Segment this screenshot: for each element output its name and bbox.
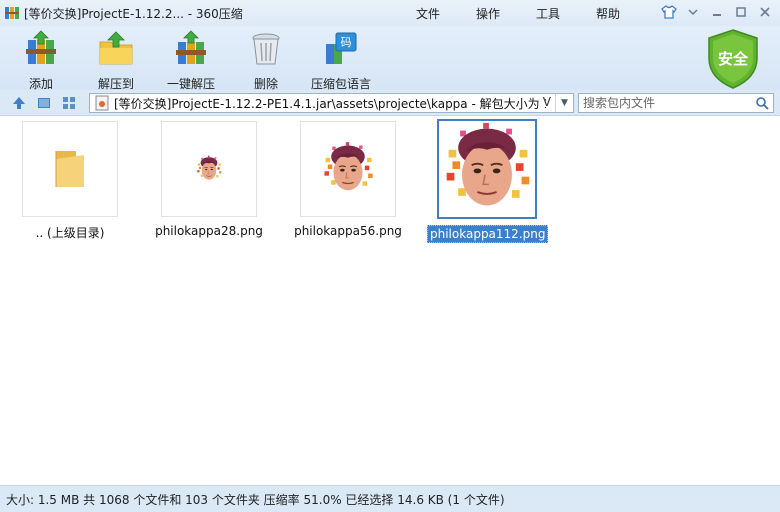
file-name: .. (上级目录) <box>35 226 105 240</box>
menu-bar: 文件 操作 工具 帮助 <box>404 0 632 26</box>
folder-icon <box>55 151 84 187</box>
add-button[interactable]: 添加 <box>5 30 77 92</box>
path-dropdown-icon[interactable]: ▼ <box>555 94 573 112</box>
file-name: philokappa112.png <box>427 225 549 243</box>
language-icon: 码 <box>326 32 357 64</box>
archive-app-icon <box>5 7 19 19</box>
title-bar: [等价交换]ProjectE-1.12.2... - 360压缩 文件 操作 工… <box>0 0 780 26</box>
security-shield[interactable]: 安全 <box>705 28 761 90</box>
file-thumb <box>161 121 257 217</box>
trash-icon <box>252 33 280 65</box>
file-item[interactable]: philokappa56.png <box>288 121 408 239</box>
delete-button[interactable]: 删除 <box>230 30 302 92</box>
security-label: 安全 <box>718 50 749 68</box>
one-click-extract-button[interactable]: 一键解压 <box>155 30 227 92</box>
window-title: [等价交换]ProjectE-1.12.2... - 360压缩 <box>24 6 243 21</box>
one-click-extract-icon <box>176 30 206 64</box>
svg-text:码: 码 <box>341 36 352 49</box>
search-input[interactable] <box>579 96 749 110</box>
menu-help[interactable]: 帮助 <box>584 5 632 22</box>
file-thumb <box>437 119 537 219</box>
kappa-face-icon <box>439 121 535 217</box>
address-row: [等价交换]ProjectE-1.12.2-PE1.4.1.jar\assets… <box>0 90 780 116</box>
minimize-icon[interactable] <box>706 3 728 21</box>
menu-file[interactable]: 文件 <box>404 5 452 22</box>
file-item[interactable]: philokappa28.png <box>149 121 269 239</box>
extract-folder-icon <box>99 31 133 65</box>
large-icon-view-icon[interactable] <box>35 94 53 112</box>
file-name: philokappa56.png <box>294 224 402 238</box>
up-arrow-icon[interactable] <box>10 94 28 112</box>
archive-language-button[interactable]: 码 压缩包语言 <box>304 30 378 92</box>
maximize-icon[interactable] <box>730 3 752 21</box>
kappa-face-icon <box>320 141 376 197</box>
status-text: 大小: 1.5 MB 共 1068 个文件和 103 个文件夹 压缩率 51.0… <box>6 492 505 507</box>
search-icon[interactable] <box>755 96 769 110</box>
menu-operate[interactable]: 操作 <box>464 5 512 22</box>
file-thumb <box>300 121 396 217</box>
grid-view-icon[interactable] <box>60 94 78 112</box>
extract-to-button[interactable]: 解压到 <box>80 30 152 92</box>
window-controls <box>658 3 776 21</box>
search-box <box>578 93 774 113</box>
toolbar: 添加 解压到 一键解压 删除 码 压缩包语言 <box>0 26 780 92</box>
path-bar[interactable]: [等价交换]ProjectE-1.12.2-PE1.4.1.jar\assets… <box>89 93 574 113</box>
shield-icon: 安全 <box>708 29 758 89</box>
dropdown-icon[interactable] <box>682 3 704 21</box>
path-text: [等价交换]ProjectE-1.12.2-PE1.4.1.jar\assets… <box>114 96 546 111</box>
path-trailing: V <box>542 95 551 109</box>
add-archive-icon <box>26 30 56 64</box>
status-bar: 大小: 1.5 MB 共 1068 个文件和 103 个文件夹 压缩率 51.0… <box>0 485 780 512</box>
menu-tools[interactable]: 工具 <box>524 5 572 22</box>
file-name: philokappa28.png <box>155 224 263 238</box>
jar-file-icon <box>95 95 109 111</box>
skin-shirt-icon[interactable] <box>658 3 680 21</box>
kappa-face-icon <box>195 155 223 183</box>
file-list: .. (上级目录) philokappa28.png philokappa56.… <box>0 117 780 485</box>
parent-folder-item[interactable]: .. (上级目录) <box>10 121 130 242</box>
parent-folder-thumb <box>22 121 118 217</box>
close-icon[interactable] <box>754 3 776 21</box>
file-item-selected[interactable]: philokappa112.png <box>427 119 549 243</box>
